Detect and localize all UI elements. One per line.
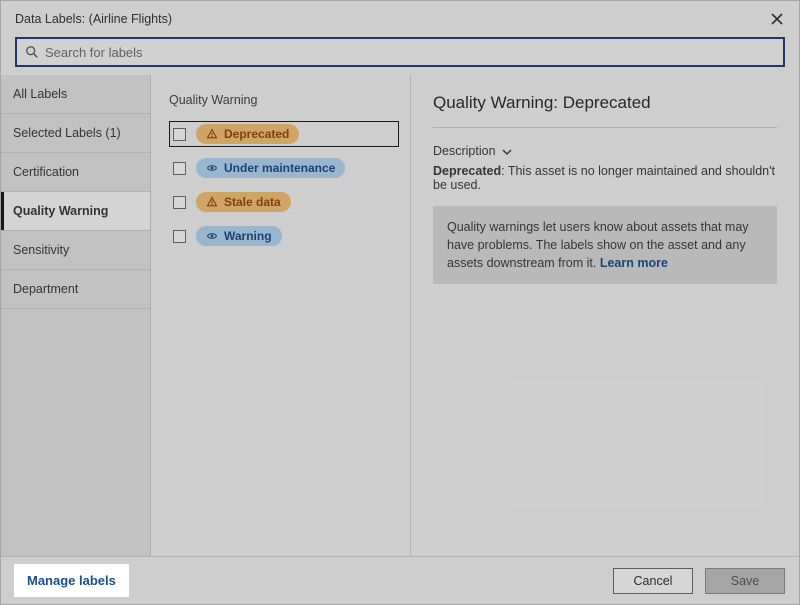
- detail-title: Quality Warning: Deprecated: [433, 93, 777, 113]
- sidebar-item-label: Certification: [13, 165, 79, 179]
- sidebar-item-department[interactable]: Department: [1, 270, 150, 309]
- label-pill: Under maintenance: [196, 158, 345, 178]
- label-pill: Stale data: [196, 192, 291, 212]
- dialog-title: Data Labels: (Airline Flights): [15, 12, 172, 26]
- detail-panel: Quality Warning: Deprecated Description …: [411, 75, 799, 556]
- sidebar-item-label: All Labels: [13, 87, 67, 101]
- search-icon: [25, 45, 39, 59]
- dialog-footer: Manage labels Cancel Save: [1, 556, 799, 604]
- description-name: Deprecated: [433, 164, 501, 178]
- sidebar-item-label: Department: [13, 282, 78, 296]
- label-name: Deprecated: [224, 127, 289, 141]
- label-pill: Deprecated: [196, 124, 299, 144]
- eye-icon: [206, 230, 218, 242]
- eye-icon: [206, 162, 218, 174]
- warning-triangle-icon: [206, 196, 218, 208]
- description-label: Description: [433, 144, 496, 158]
- dialog-body: All Labels Selected Labels (1) Certifica…: [1, 75, 799, 556]
- label-row-warning[interactable]: Warning: [169, 223, 400, 249]
- label-row-deprecated[interactable]: Deprecated: [169, 121, 399, 147]
- search-input[interactable]: [45, 45, 775, 60]
- info-box: Quality warnings let users know about as…: [433, 206, 777, 284]
- sidebar-item-label: Selected Labels (1): [13, 126, 121, 140]
- cancel-button[interactable]: Cancel: [613, 568, 693, 594]
- learn-more-link[interactable]: Learn more: [600, 256, 668, 270]
- sidebar-item-label: Quality Warning: [13, 204, 108, 218]
- label-row-stale-data[interactable]: Stale data: [169, 189, 400, 215]
- divider: [433, 127, 777, 128]
- label-name: Under maintenance: [224, 161, 335, 175]
- info-text: Quality warnings let users know about as…: [447, 220, 749, 270]
- chevron-down-icon: [502, 146, 512, 156]
- sidebar-item-all-labels[interactable]: All Labels: [1, 75, 150, 114]
- checkbox[interactable]: [173, 128, 186, 141]
- category-heading: Quality Warning: [169, 93, 400, 107]
- label-row-under-maintenance[interactable]: Under maintenance: [169, 155, 400, 181]
- description-text: Deprecated: This asset is no longer main…: [433, 164, 777, 192]
- manage-labels-link[interactable]: Manage labels: [15, 565, 128, 596]
- sidebar: All Labels Selected Labels (1) Certifica…: [1, 75, 151, 556]
- description-sep: :: [501, 164, 508, 178]
- sidebar-item-label: Sensitivity: [13, 243, 69, 257]
- footer-buttons: Cancel Save: [613, 568, 785, 594]
- sidebar-item-sensitivity[interactable]: Sensitivity: [1, 231, 150, 270]
- sidebar-item-certification[interactable]: Certification: [1, 153, 150, 192]
- dialog-header: Data Labels: (Airline Flights): [1, 1, 799, 35]
- label-list: Deprecated Under maintenance: [169, 121, 400, 249]
- checkbox[interactable]: [173, 162, 186, 175]
- data-labels-dialog: Data Labels: (Airline Flights) All Label…: [0, 0, 800, 605]
- label-name: Stale data: [224, 195, 281, 209]
- label-name: Warning: [224, 229, 272, 243]
- sidebar-item-selected-labels[interactable]: Selected Labels (1): [1, 114, 150, 153]
- description-toggle[interactable]: Description: [433, 144, 512, 158]
- sidebar-item-quality-warning[interactable]: Quality Warning: [1, 192, 150, 231]
- warning-triangle-icon: [206, 128, 218, 140]
- checkbox[interactable]: [173, 196, 186, 209]
- save-button[interactable]: Save: [705, 568, 785, 594]
- label-list-panel: Quality Warning Deprecated: [151, 75, 411, 556]
- label-pill: Warning: [196, 226, 282, 246]
- checkbox[interactable]: [173, 230, 186, 243]
- close-icon[interactable]: [769, 11, 785, 27]
- search-field[interactable]: [15, 37, 785, 67]
